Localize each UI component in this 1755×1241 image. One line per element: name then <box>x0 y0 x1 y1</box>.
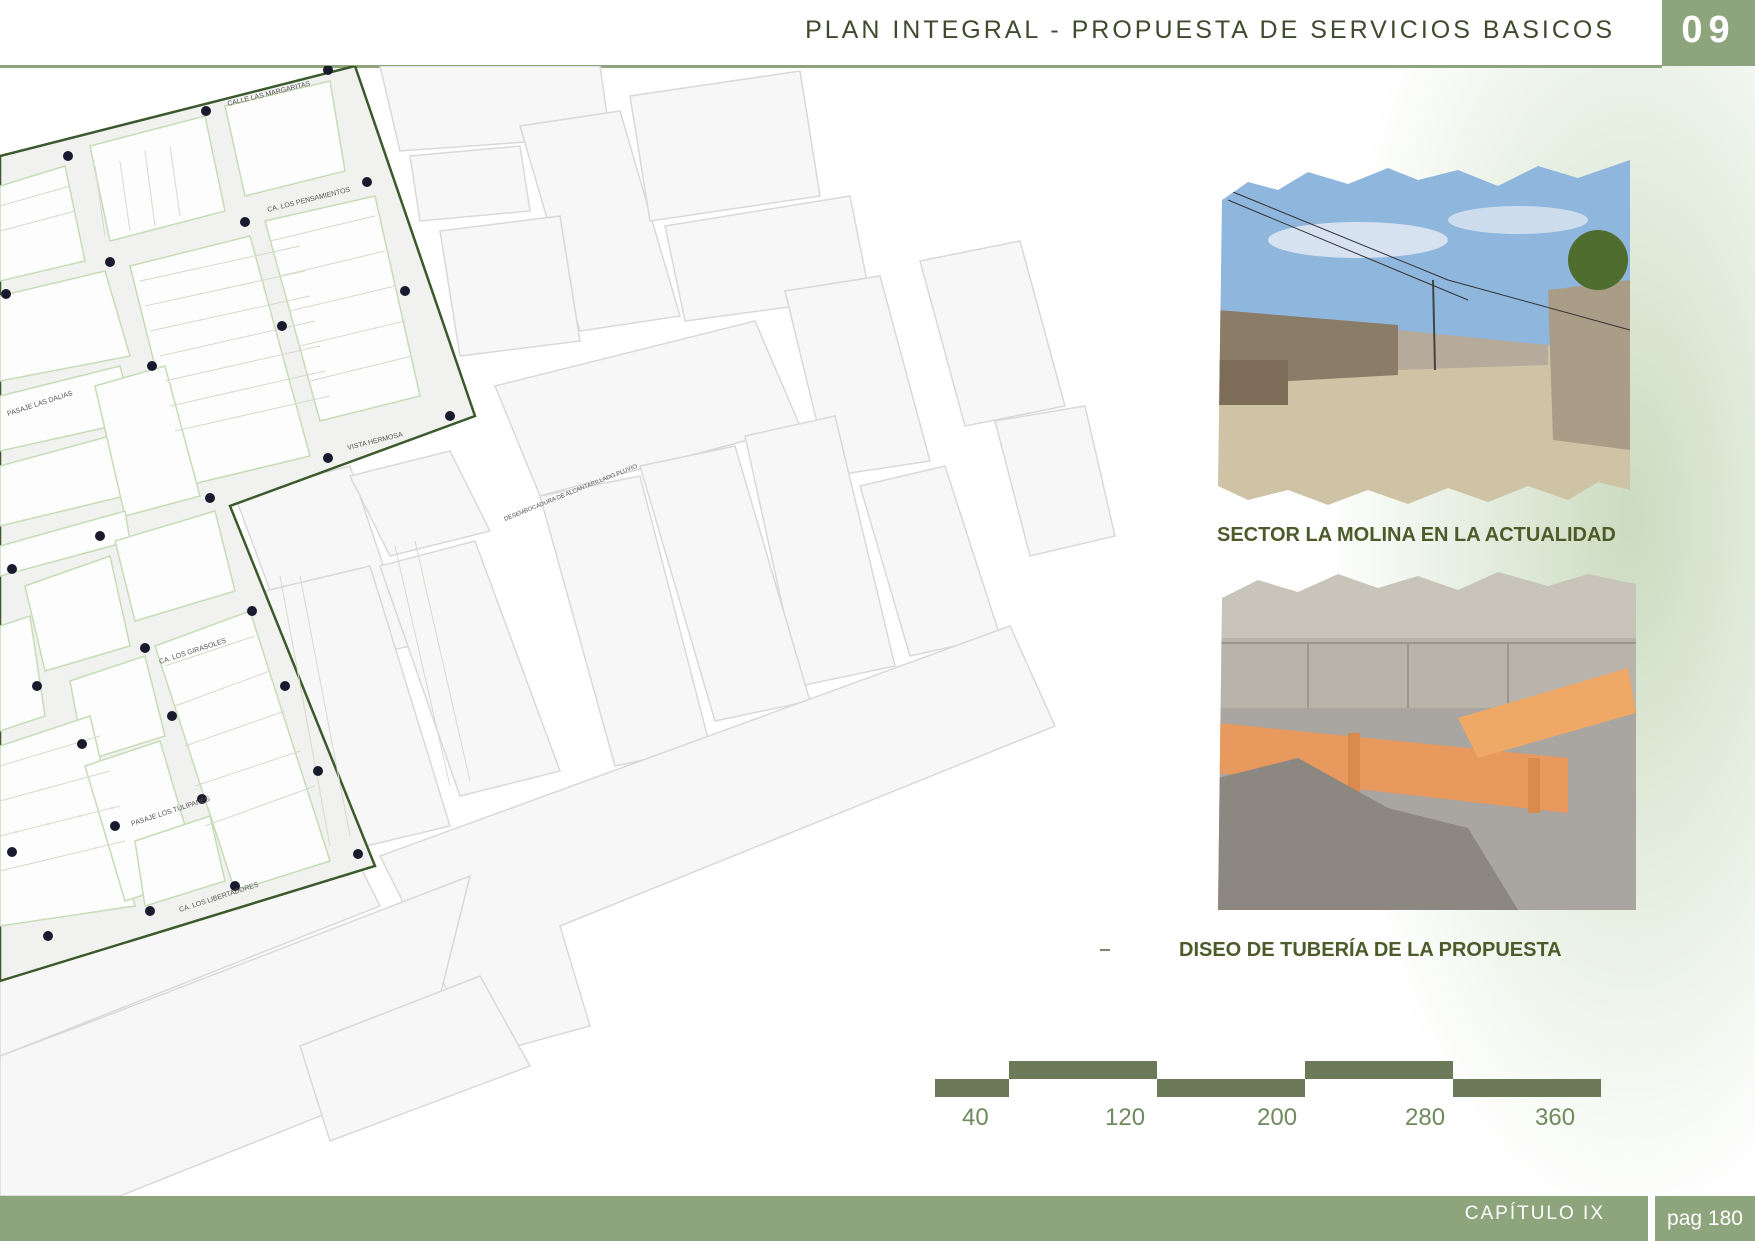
scale-label: 120 <box>1105 1104 1146 1131</box>
pipe-photo <box>1218 568 1636 910</box>
scale-label: 360 <box>1535 1104 1576 1131</box>
street-photo <box>1218 160 1630 505</box>
chapter-label: CAPÍTULO IX <box>1464 1203 1605 1224</box>
scale-label: 200 <box>1257 1104 1298 1131</box>
footer-bar <box>0 1196 1648 1241</box>
photo-caption: SECTOR LA MOLINA EN LA ACTUALIDAD <box>1217 524 1616 546</box>
site-plan: CALLE LAS MARGARITAS CA. LOS PENSAMIENTO… <box>0 66 1116 1196</box>
photo-caption: DISEO DE TUBERÍA DE LA PROPUESTA <box>1179 939 1562 961</box>
page-title: PLAN INTEGRAL - PROPUESTA DE SERVICIOS B… <box>805 16 1615 44</box>
section-number-badge: 09 <box>1662 0 1755 66</box>
caption-dash <box>1100 949 1110 951</box>
scale-label: 40 <box>962 1104 989 1131</box>
page-number: pag 180 <box>1655 1196 1755 1241</box>
scale-label: 280 <box>1405 1104 1446 1131</box>
